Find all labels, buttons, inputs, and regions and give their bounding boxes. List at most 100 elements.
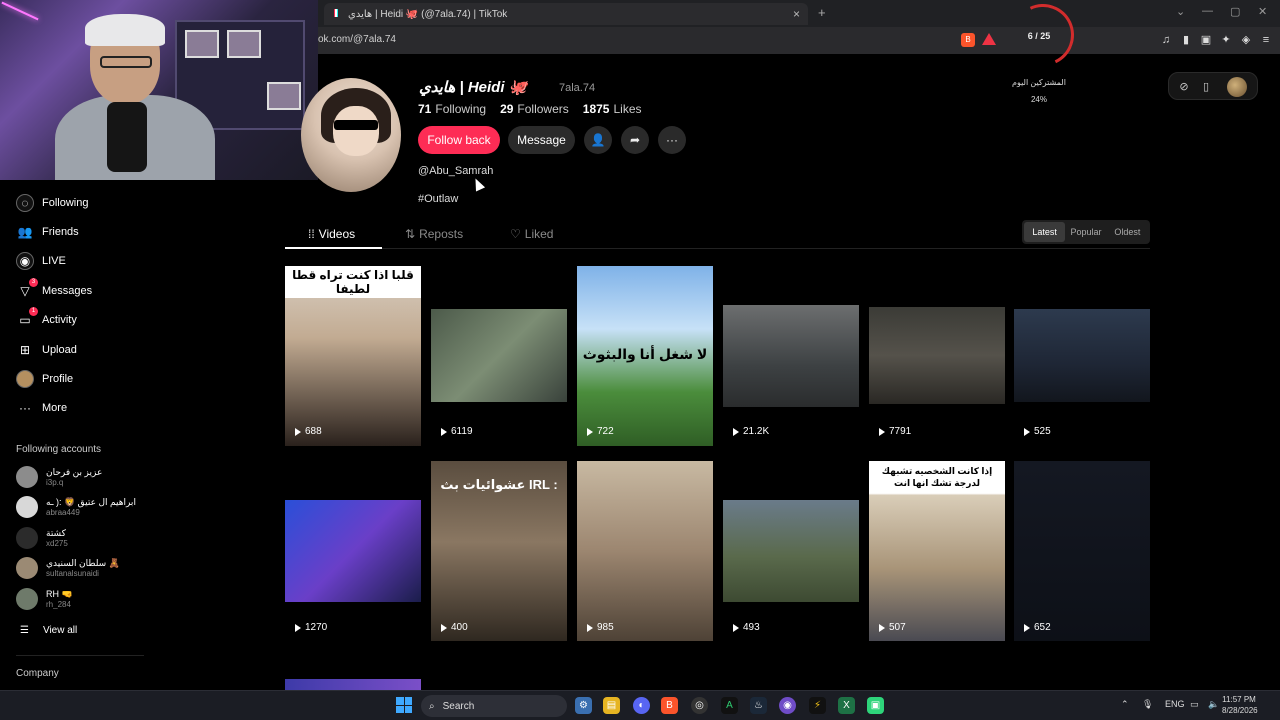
sidebar-item-upload[interactable]: ⊞ Upload xyxy=(16,339,77,361)
following-account[interactable]: كشتة xd275 xyxy=(16,525,68,551)
bio-hashtag[interactable]: #Outlaw xyxy=(418,193,458,205)
device-icon[interactable]: ▯ xyxy=(1199,80,1213,94)
app-a-icon[interactable]: A xyxy=(721,697,738,714)
discord-icon[interactable]: ◐ xyxy=(633,697,650,714)
sidebar-item-messages[interactable]: ▽ 3 Messages xyxy=(16,278,92,302)
following-label[interactable]: Following xyxy=(435,102,486,116)
account-handle: xd275 xyxy=(46,538,68,548)
tab-liked[interactable]: ♡ Liked xyxy=(510,227,553,241)
excel-icon[interactable]: X xyxy=(838,697,855,714)
add-friend-icon[interactable]: 👤 xyxy=(584,126,612,154)
file-explorer-icon[interactable]: ▤ xyxy=(603,697,620,714)
microphone-icon[interactable]: 🎙 xyxy=(1142,699,1153,710)
sidebar-item-following[interactable]: ◌ Following xyxy=(16,192,88,214)
bio-mention[interactable]: @Abu_Samrah xyxy=(418,165,493,177)
likes-count: 1875 xyxy=(582,102,610,116)
sidebar-toggle-icon[interactable]: ▮ xyxy=(1179,33,1193,47)
wallet-icon[interactable]: ▣ xyxy=(1199,33,1213,47)
taskbar-search[interactable]: ⌕ Search xyxy=(421,695,567,717)
sidebar-item-profile[interactable]: Profile xyxy=(16,368,73,390)
activity-badge: 1 xyxy=(29,307,38,316)
menu-icon[interactable]: ≡ xyxy=(1259,33,1273,47)
video-thumbnail xyxy=(1014,461,1150,641)
tray-chevron-icon[interactable]: ⌃ xyxy=(1121,699,1129,710)
view-count-value: 400 xyxy=(451,622,468,633)
followers-count[interactable]: 29 xyxy=(500,102,513,116)
video-card[interactable]: 1270 xyxy=(285,461,421,641)
view-count-value: 722 xyxy=(597,426,614,437)
brave-browser-icon[interactable]: B xyxy=(661,697,678,714)
maximize-icon[interactable]: ▢ xyxy=(1230,5,1240,18)
sort-oldest[interactable]: Oldest xyxy=(1107,222,1148,242)
window-close-icon[interactable]: ✕ xyxy=(1258,5,1267,18)
video-thumbnail xyxy=(723,305,859,407)
account-name: سلطان السنيدي 🧸 xyxy=(46,557,120,568)
tab-close-icon[interactable]: × xyxy=(793,7,800,21)
following-account[interactable]: عزيز بن فرحان i3p.q xyxy=(16,464,102,490)
following-icon: ◌ xyxy=(16,194,34,212)
url-field[interactable]: ok.com/@7ala.74 xyxy=(318,34,396,45)
volume-icon[interactable]: 🔈 xyxy=(1208,699,1219,710)
company-link[interactable]: Company xyxy=(16,668,59,679)
tab-videos[interactable]: ⁞⁞ Videos xyxy=(308,227,355,241)
video-card-partial[interactable] xyxy=(285,679,421,690)
vpn-icon[interactable]: ◈ xyxy=(1239,33,1253,47)
steam-icon[interactable]: ♨ xyxy=(750,697,767,714)
brave-rewards-icon[interactable] xyxy=(982,33,996,47)
video-card[interactable]: 985 xyxy=(577,461,713,641)
windows-start-icon[interactable] xyxy=(396,697,412,713)
following-account[interactable]: RH 🤜 rh_284 xyxy=(16,586,73,612)
account-name: RH 🤜 xyxy=(46,588,73,599)
video-card[interactable]: قلبا اذا كنت تراه قطا لطيفا 688 xyxy=(285,266,421,446)
chevron-down-icon[interactable]: ⌄ xyxy=(1176,5,1185,18)
view-all-button[interactable]: ☰ View all xyxy=(20,625,77,636)
sidebar-item-friends[interactable]: 👥 Friends xyxy=(16,221,79,243)
video-card[interactable]: 6119 xyxy=(431,266,567,446)
video-card[interactable]: 525 xyxy=(1014,266,1150,446)
leo-ai-icon[interactable]: ✦ xyxy=(1219,33,1233,47)
video-card[interactable]: عشوائيات بث IRL : 400 xyxy=(431,461,567,641)
language-indicator[interactable]: ENG xyxy=(1165,699,1185,709)
media-icon[interactable]: ♫ xyxy=(1159,33,1173,47)
browser-tab[interactable]: هايدي | Heidi 🐙 (@7ala.74) | TikTok × xyxy=(324,3,808,25)
minimize-icon[interactable]: — xyxy=(1202,5,1213,17)
share-icon[interactable]: ➦ xyxy=(621,126,649,154)
tab-reposts[interactable]: ⇅ Reposts xyxy=(405,227,463,241)
video-thumbnail xyxy=(723,500,859,602)
followers-label[interactable]: Followers xyxy=(517,102,568,116)
settings-icon[interactable]: ⚙ xyxy=(575,697,592,714)
view-count-value: 985 xyxy=(597,622,614,633)
obs-icon[interactable]: ◉ xyxy=(779,697,796,714)
system-clock[interactable]: 11:57 PM 8/28/2026 xyxy=(1222,694,1258,716)
user-avatar[interactable] xyxy=(1227,77,1247,97)
video-card[interactable]: 21.2K xyxy=(723,266,859,446)
following-account[interactable]: ابراهيم ال عتيق 🦁 :( ـه abraa449 xyxy=(16,494,136,520)
new-tab-button[interactable]: + xyxy=(818,5,826,20)
compass-icon[interactable]: ⊘ xyxy=(1177,80,1191,94)
sort-latest[interactable]: Latest xyxy=(1024,222,1066,242)
tab-videos-label: Videos xyxy=(318,227,356,241)
video-card[interactable]: 7791 xyxy=(869,266,1005,446)
sort-popular[interactable]: Popular xyxy=(1065,222,1106,242)
video-card[interactable]: 652 xyxy=(1014,461,1150,641)
sidebar-item-live[interactable]: ◉ LIVE xyxy=(16,250,66,272)
repost-icon: ⇅ xyxy=(405,227,416,241)
account-handle: i3p.q xyxy=(46,477,64,487)
message-button[interactable]: Message xyxy=(508,126,575,154)
app-c-icon[interactable]: ▣ xyxy=(867,697,884,714)
video-card[interactable]: لا شغل أنا والبثوث 722 xyxy=(577,266,713,446)
brave-shields-icon[interactable]: B xyxy=(961,33,975,47)
windows-taskbar: ⌕ Search ⚙ ▤ ◐ B ◎ A ♨ ◉ ⚡ X ▣ ⌃ 🎙 ENG ▭… xyxy=(0,690,1280,720)
following-count[interactable]: 71 xyxy=(418,102,431,116)
network-icon[interactable]: ▭ xyxy=(1190,699,1199,710)
follow-back-button[interactable]: Follow back xyxy=(418,126,500,154)
video-card[interactable]: إذا كانت الشخصيه تشبهك لدرجة تشك انها ان… xyxy=(869,461,1005,641)
more-options-icon[interactable]: ··· xyxy=(658,126,686,154)
video-card[interactable]: 493 xyxy=(723,461,859,641)
chrome-icon[interactable]: ◎ xyxy=(691,697,708,714)
sidebar-item-more[interactable]: ··· More xyxy=(16,397,67,419)
view-count: 525 xyxy=(1024,426,1051,437)
sidebar-item-activity[interactable]: ▭ 1 Activity xyxy=(16,307,77,331)
app-b-icon[interactable]: ⚡ xyxy=(809,697,826,714)
following-account[interactable]: سلطان السنيدي 🧸 sultanalsunaidi xyxy=(16,555,120,581)
